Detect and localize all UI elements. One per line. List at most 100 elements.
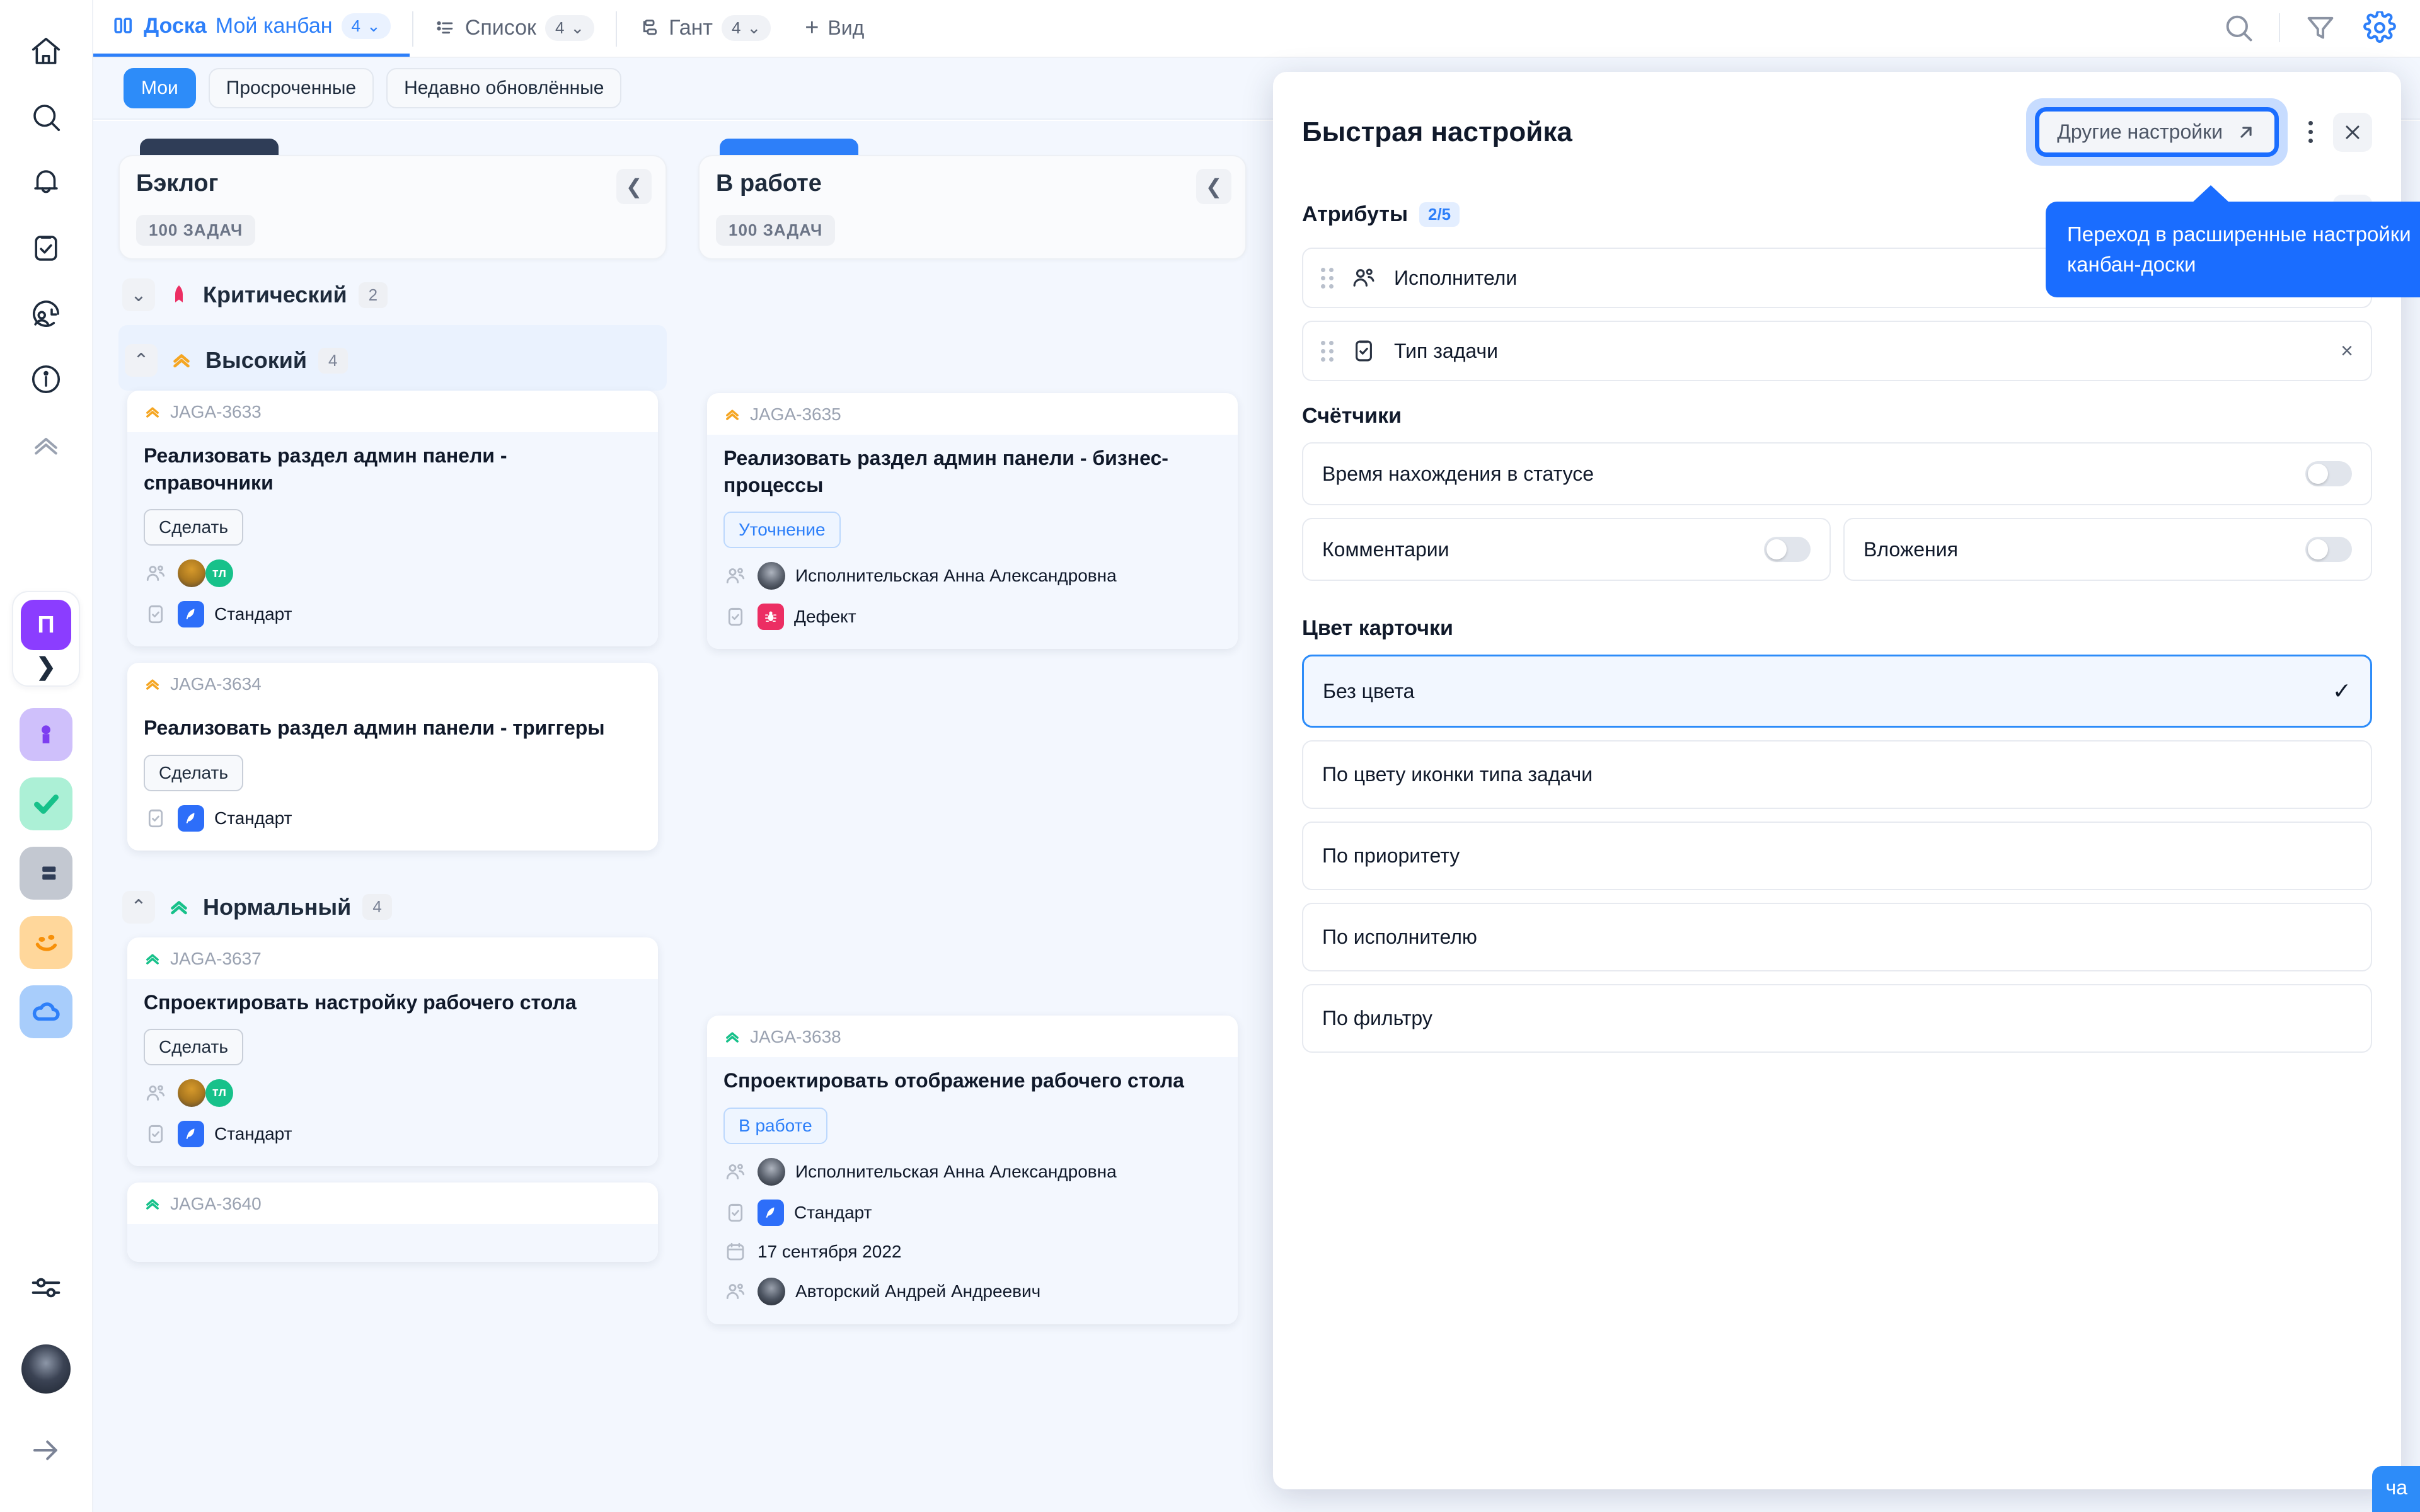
tab-list-label: Список: [464, 15, 536, 40]
app-tile-board[interactable]: [20, 847, 72, 900]
task-type-row: Стандарт: [144, 1120, 642, 1147]
chip-my[interactable]: Мои: [124, 68, 196, 108]
counter-row-attachments[interactable]: Вложения: [1843, 518, 2372, 581]
task-title: Реализовать раздел админ панели - бизнес…: [723, 447, 1168, 497]
check-icon: ✓: [2332, 678, 2351, 704]
more-vertical-icon[interactable]: [2296, 115, 2324, 150]
app-tile-cloud[interactable]: [20, 985, 72, 1038]
task-card-body: [127, 1223, 658, 1262]
attachments-toggle[interactable]: [2305, 537, 2352, 562]
chevron-down-icon[interactable]: ⌄: [122, 278, 155, 311]
clipboard-check-icon: [723, 605, 747, 629]
column-tab-accent: [140, 139, 279, 155]
chevron-up-icon[interactable]: ⌃: [125, 344, 158, 377]
task-card-key-row: JAGA-3638: [707, 1016, 1238, 1057]
counter-row-comments[interactable]: Комментарии: [1302, 518, 1831, 581]
tab-gantt[interactable]: Гант 4 ⌄: [619, 0, 790, 57]
task-card-body: Реализовать раздел админ панели - справо…: [127, 432, 658, 647]
home-icon[interactable]: [13, 19, 79, 84]
task-key: JAGA-3637: [170, 948, 262, 968]
time-in-status-toggle[interactable]: [2305, 461, 2352, 486]
arrow-right-icon[interactable]: [13, 1418, 79, 1483]
card-color-option-none[interactable]: Без цвета ✓: [1302, 655, 2372, 728]
bell-icon[interactable]: [13, 150, 79, 215]
task-status-button[interactable]: Уточнение: [723, 512, 841, 549]
group-header-high[interactable]: ⌃ Высокий 4: [118, 325, 667, 391]
task-status-button[interactable]: Сделать: [144, 509, 243, 546]
tab-board-count[interactable]: 4 ⌄: [341, 13, 391, 39]
app-tile-person[interactable]: [20, 708, 72, 761]
column-collapse-button[interactable]: ❮: [1196, 169, 1231, 204]
tab-board[interactable]: Доска Мой канбан 4 ⌄: [93, 0, 410, 57]
section-title: Цвет карточки: [1302, 616, 1453, 640]
task-status-button[interactable]: Сделать: [144, 1028, 243, 1065]
tab-gantt-count[interactable]: 4 ⌄: [721, 14, 771, 41]
task-type-label: Стандарт: [794, 1202, 872, 1222]
chip-overdue[interactable]: Просроченные: [208, 68, 374, 108]
search-icon[interactable]: [13, 84, 79, 150]
chevron-up-icon[interactable]: ⌃: [122, 890, 155, 924]
task-assignees-row: тл: [144, 1079, 642, 1107]
card-color-option-by-filter[interactable]: По фильтру: [1302, 984, 2372, 1053]
counter-label: Вложения: [1864, 537, 1958, 561]
group-header-critical[interactable]: ⌄ Критический 2: [118, 260, 667, 325]
tab-board-count-value: 4: [351, 16, 361, 35]
chevron-right-icon[interactable]: ❯: [36, 655, 56, 679]
card-color-option-by-priority[interactable]: По приоритету: [1302, 822, 2372, 890]
collapse-up-icon[interactable]: [13, 412, 79, 478]
comments-toggle[interactable]: [1764, 537, 1811, 562]
drag-handle-icon[interactable]: [1321, 340, 1334, 362]
chevron-down-icon: ⌄: [570, 18, 585, 37]
search-icon[interactable]: [2220, 9, 2257, 47]
group-header-normal[interactable]: ⌃ Нормальный 4: [118, 872, 667, 937]
drag-handle-icon[interactable]: [1321, 267, 1334, 289]
priority-high-icon: [144, 403, 161, 421]
project-switcher[interactable]: П ❯: [12, 591, 80, 687]
avatar[interactable]: [21, 1344, 71, 1394]
close-icon[interactable]: [2333, 112, 2372, 152]
column-collapse-button[interactable]: ❮: [616, 169, 652, 204]
task-card-body: Спроектировать отображение рабочего стол…: [707, 1057, 1238, 1324]
task-card[interactable]: JAGA-3640: [127, 1182, 658, 1262]
task-card-key-row: JAGA-3640: [127, 1183, 658, 1224]
other-settings-button[interactable]: Другие настройки: [2035, 107, 2279, 157]
add-view-button[interactable]: + Вид: [790, 0, 879, 57]
counter-label: Время нахождения в статусе: [1322, 462, 1594, 485]
card-color-option-by-type-icon[interactable]: По цвету иконки типа задачи: [1302, 740, 2372, 809]
counter-row-time-in-status[interactable]: Время нахождения в статусе: [1302, 442, 2372, 505]
task-card[interactable]: JAGA-3635 Реализовать раздел админ панел…: [707, 393, 1238, 650]
section-header-counters: Счётчики: [1302, 404, 2372, 428]
task-card[interactable]: JAGA-3634 Реализовать раздел админ панел…: [127, 663, 658, 850]
task-card[interactable]: JAGA-3633 Реализовать раздел админ панел…: [127, 391, 658, 647]
card-color-option-by-assignee[interactable]: По исполнителю: [1302, 903, 2372, 971]
task-status-button[interactable]: В работе: [723, 1107, 827, 1144]
tab-list-count[interactable]: 4 ⌄: [544, 14, 595, 41]
remove-attribute-button[interactable]: ×: [2341, 339, 2353, 364]
project-badge: П: [21, 600, 71, 650]
app-tile-smile[interactable]: [20, 916, 72, 969]
filter-icon[interactable]: [2302, 9, 2339, 47]
chip-recent[interactable]: Недавно обновлённые: [386, 68, 622, 108]
chat-widget-tab[interactable]: ча: [2371, 1466, 2420, 1512]
task-type-icon: [178, 601, 204, 628]
column-tab-accent: [720, 139, 858, 155]
app-tile-check[interactable]: [20, 777, 72, 830]
gear-icon[interactable]: [2361, 9, 2399, 47]
sliders-icon[interactable]: [13, 1255, 79, 1320]
group-name: Высокий: [205, 347, 308, 373]
column-count: 100 ЗАДАЧ: [136, 215, 256, 246]
tab-list[interactable]: Список 4 ⌄: [416, 0, 613, 57]
card-color-label: По цвету иконки типа задачи: [1322, 763, 1593, 786]
task-key: JAGA-3634: [170, 674, 262, 694]
time-tracking-icon[interactable]: [13, 281, 79, 346]
task-card[interactable]: JAGA-3638 Спроектировать отображение раб…: [707, 1016, 1238, 1324]
section-title: Счётчики: [1302, 404, 1402, 428]
task-assignee-name: Исполнительская Анна Александровна: [795, 1161, 1117, 1181]
task-card[interactable]: JAGA-3637 Спроектировать настройку рабоч…: [127, 937, 658, 1166]
attribute-row-task-type[interactable]: Тип задачи ×: [1302, 321, 2372, 381]
panel-header-actions: Другие настройки: [2026, 98, 2372, 166]
info-icon[interactable]: [13, 346, 79, 412]
section-header-card-color: Цвет карточки: [1302, 616, 2372, 641]
task-status-button[interactable]: Сделать: [144, 754, 243, 791]
tasks-icon[interactable]: [13, 215, 79, 281]
